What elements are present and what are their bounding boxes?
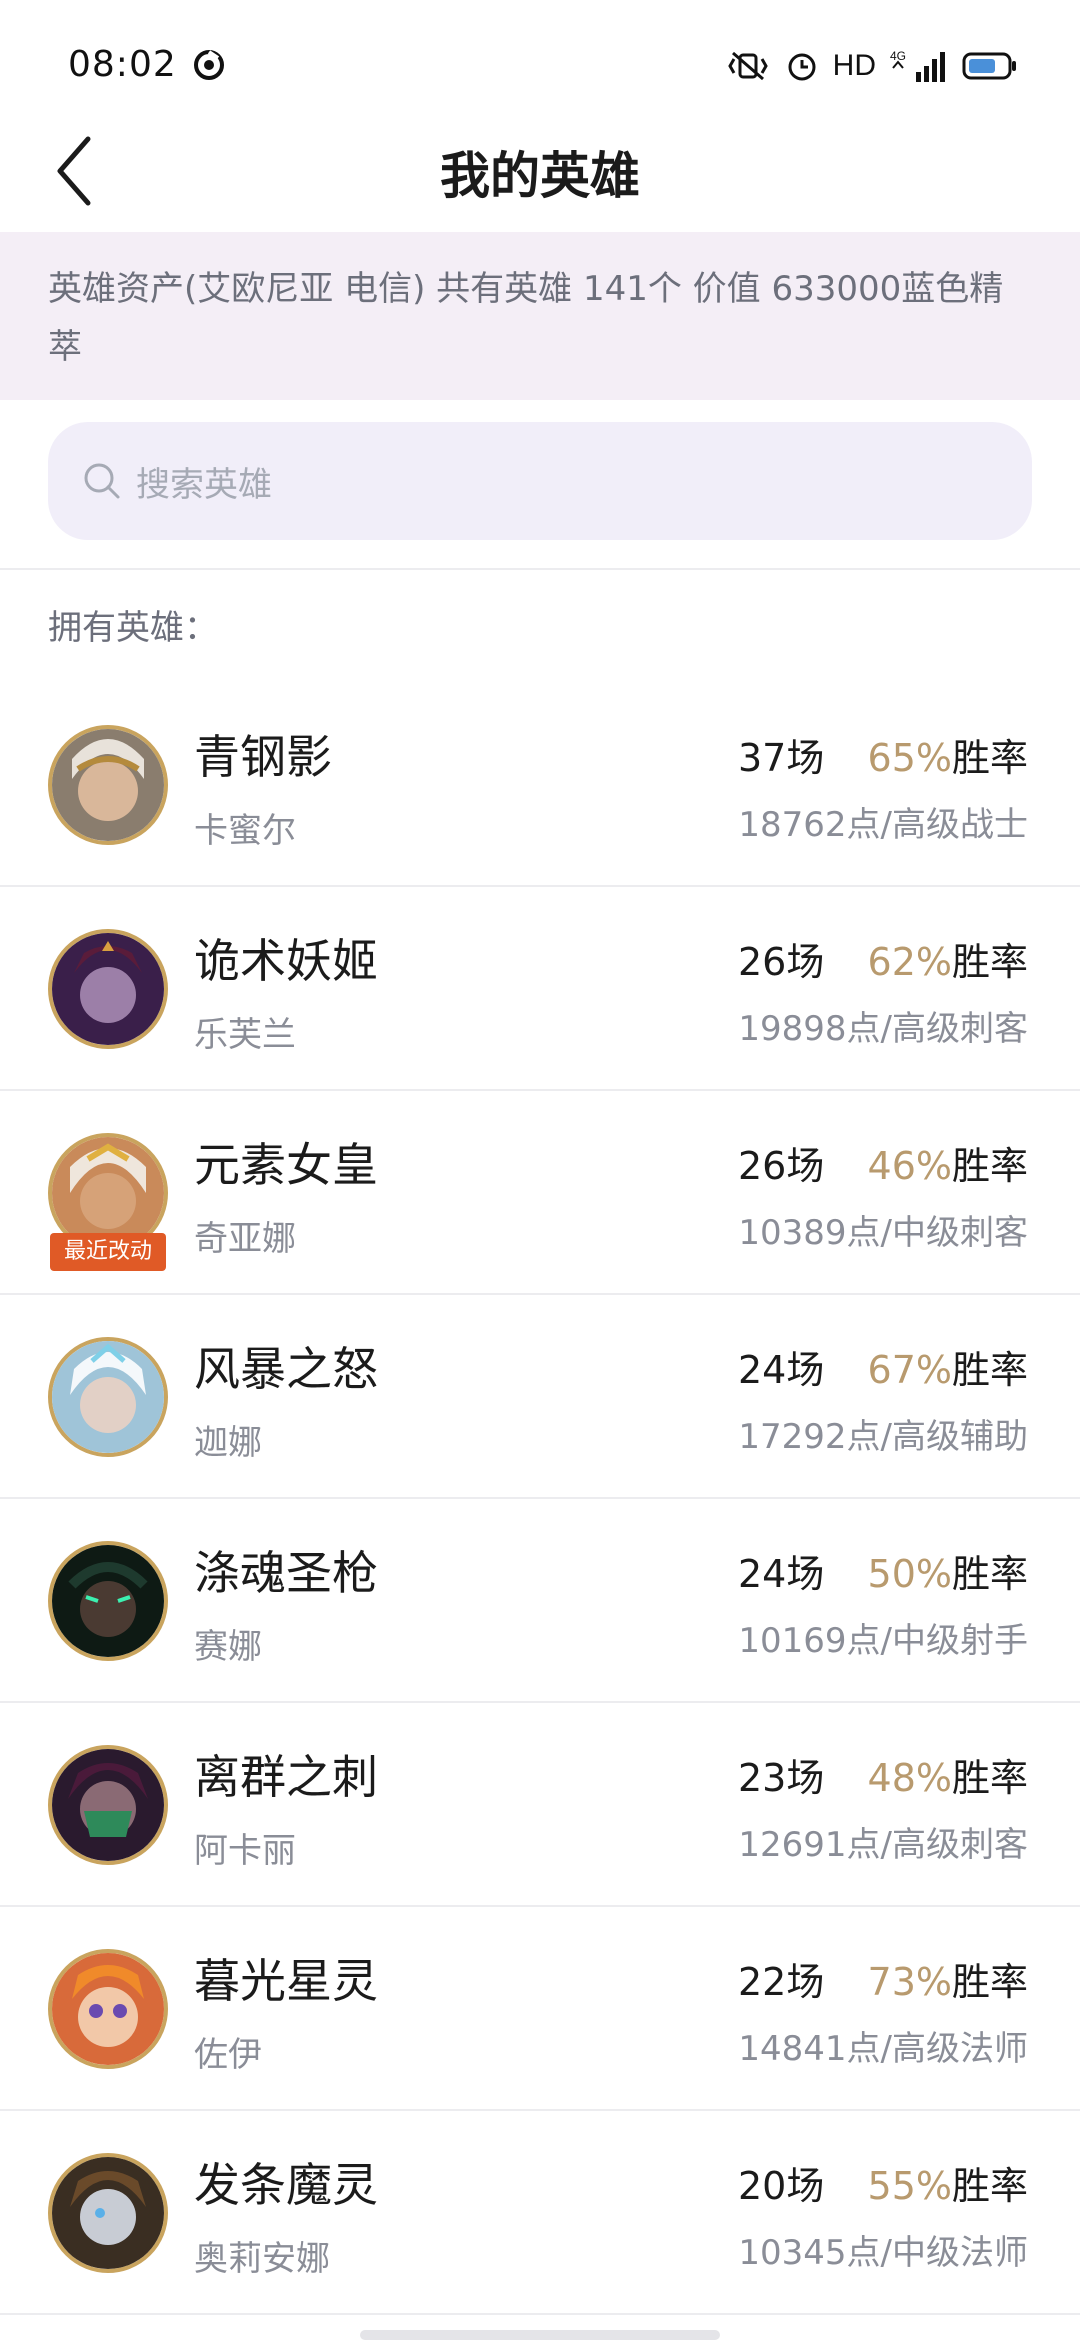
hero-row[interactable]: 风暴之怒 迦娜 24场 67%胜率 17292点/高级辅助 bbox=[0, 1295, 1080, 1499]
hero-row[interactable]: 最近改动 元素女皇 奇亚娜 26场 46%胜率 10389点/中级刺客 bbox=[0, 1091, 1080, 1295]
hero-title: 诡术妖姬 bbox=[194, 934, 378, 988]
win-rate: 73%胜率 bbox=[868, 1951, 1028, 2006]
hero-name: 奇亚娜 bbox=[194, 1219, 296, 1259]
hero-row[interactable]: 发条魔灵 奥莉安娜 20场 55%胜率 10345点/中级法师 bbox=[0, 2111, 1080, 2315]
games-played: 22场 bbox=[738, 1960, 825, 2004]
win-rate-value: 62% bbox=[867, 940, 952, 984]
hero-title: 暮光星灵 bbox=[194, 1954, 378, 2008]
win-rate-label: 胜率 bbox=[951, 1552, 1028, 1596]
games-played: 26场 bbox=[738, 940, 825, 984]
win-rate: 67%胜率 bbox=[868, 1339, 1028, 1394]
win-rate-value: 65% bbox=[867, 736, 952, 780]
hero-name: 迦娜 bbox=[194, 1423, 262, 1463]
mastery-points: 10345点/中级法师 bbox=[738, 2233, 1028, 2273]
search-placeholder: 搜索英雄 bbox=[136, 464, 272, 505]
search-icon bbox=[84, 463, 120, 499]
win-rate-value: 67% bbox=[867, 1348, 952, 1392]
mastery-points: 10169点/中级射手 bbox=[738, 1621, 1028, 1661]
win-rate-label: 胜率 bbox=[951, 1348, 1028, 1392]
recent-change-badge: 最近改动 bbox=[50, 1233, 166, 1271]
battery-icon bbox=[962, 51, 1018, 81]
win-rate-label: 胜率 bbox=[951, 1960, 1028, 2004]
hero-name: 赛娜 bbox=[194, 1627, 262, 1667]
status-icons: HD 4G bbox=[725, 44, 1018, 88]
hero-title: 风暴之怒 bbox=[194, 1342, 378, 1396]
games-played: 20场 bbox=[738, 2164, 825, 2208]
hero-avatar bbox=[48, 1949, 168, 2069]
mastery-points: 19898点/高级刺客 bbox=[738, 1009, 1028, 1049]
win-rate-value: 48% bbox=[867, 1756, 952, 1800]
win-rate: 55%胜率 bbox=[868, 2155, 1028, 2210]
hero-title: 青钢影 bbox=[194, 730, 332, 784]
hero-title: 元素女皇 bbox=[194, 1138, 378, 1192]
win-rate-label: 胜率 bbox=[951, 736, 1028, 780]
win-rate-value: 73% bbox=[867, 1960, 952, 2004]
games-played: 24场 bbox=[738, 1348, 825, 1392]
win-rate-value: 55% bbox=[867, 2164, 952, 2208]
games-played: 23场 bbox=[738, 1756, 825, 1800]
mastery-points: 10389点/中级刺客 bbox=[738, 1213, 1028, 1253]
hero-name: 卡蜜尔 bbox=[194, 811, 296, 851]
home-indicator bbox=[360, 2330, 720, 2340]
mastery-points: 18762点/高级战士 bbox=[738, 805, 1028, 845]
hero-row[interactable]: 离群之刺 阿卡丽 23场 48%胜率 12691点/高级刺客 bbox=[0, 1703, 1080, 1907]
win-rate-label: 胜率 bbox=[951, 1756, 1028, 1800]
search-input[interactable]: 搜索英雄 bbox=[48, 422, 1032, 540]
win-rate-label: 胜率 bbox=[951, 1144, 1028, 1188]
win-rate: 48%胜率 bbox=[868, 1747, 1028, 1802]
hero-title: 涤魂圣枪 bbox=[194, 1546, 378, 1600]
hero-list: 青钢影 卡蜜尔 37场 65%胜率 18762点/高级战士 诡术妖姬 乐芙兰 2… bbox=[0, 683, 1080, 2315]
win-rate: 62%胜率 bbox=[868, 931, 1028, 986]
header: 我的英雄 bbox=[0, 110, 1080, 230]
alarm-icon bbox=[785, 49, 819, 83]
hero-row[interactable]: 涤魂圣枪 赛娜 24场 50%胜率 10169点/中级射手 bbox=[0, 1499, 1080, 1703]
win-rate-value: 50% bbox=[867, 1552, 952, 1596]
mastery-points: 17292点/高级辅助 bbox=[738, 1417, 1028, 1457]
hero-avatar bbox=[48, 2153, 168, 2273]
hd-label: HD bbox=[832, 49, 876, 82]
hero-name: 佐伊 bbox=[194, 2035, 262, 2075]
hero-avatar bbox=[48, 1337, 168, 1457]
hero-row[interactable]: 青钢影 卡蜜尔 37场 65%胜率 18762点/高级战士 bbox=[0, 683, 1080, 887]
hero-title: 离群之刺 bbox=[194, 1750, 378, 1804]
mastery-points: 14841点/高级法师 bbox=[738, 2029, 1028, 2069]
hero-row[interactable]: 诡术妖姬 乐芙兰 26场 62%胜率 19898点/高级刺客 bbox=[0, 887, 1080, 1091]
games-played: 26场 bbox=[738, 1144, 825, 1188]
win-rate: 65%胜率 bbox=[868, 727, 1028, 782]
vibrate-icon bbox=[725, 49, 771, 83]
hero-title: 发条魔灵 bbox=[194, 2158, 378, 2212]
signal-icon: 4G bbox=[890, 48, 948, 84]
games-played: 24场 bbox=[738, 1552, 825, 1596]
status-time: 08:02 bbox=[68, 44, 177, 85]
win-rate: 46%胜率 bbox=[868, 1135, 1028, 1190]
hero-avatar bbox=[48, 1541, 168, 1661]
app-notification-icon bbox=[192, 48, 226, 82]
mastery-points: 12691点/高级刺客 bbox=[738, 1825, 1028, 1865]
win-rate-value: 46% bbox=[867, 1144, 952, 1188]
games-played: 37场 bbox=[738, 736, 825, 780]
hero-asset-summary: 英雄资产(艾欧尼亚 电信) 共有英雄 141个 价值 633000蓝色精萃 bbox=[0, 232, 1080, 400]
hero-name: 奥莉安娜 bbox=[194, 2239, 330, 2279]
page-title: 我的英雄 bbox=[440, 147, 640, 205]
win-rate-label: 胜率 bbox=[951, 940, 1028, 984]
hero-name: 乐芙兰 bbox=[194, 1015, 296, 1055]
divider bbox=[0, 568, 1080, 570]
hero-avatar bbox=[48, 725, 168, 845]
hero-name: 阿卡丽 bbox=[194, 1831, 296, 1871]
hero-row[interactable]: 暮光星灵 佐伊 22场 73%胜率 14841点/高级法师 bbox=[0, 1907, 1080, 2111]
hero-avatar bbox=[48, 1745, 168, 1865]
owned-heroes-label: 拥有英雄： bbox=[48, 608, 218, 648]
win-rate-label: 胜率 bbox=[951, 2164, 1028, 2208]
hero-avatar bbox=[48, 929, 168, 1049]
win-rate: 50%胜率 bbox=[868, 1543, 1028, 1598]
